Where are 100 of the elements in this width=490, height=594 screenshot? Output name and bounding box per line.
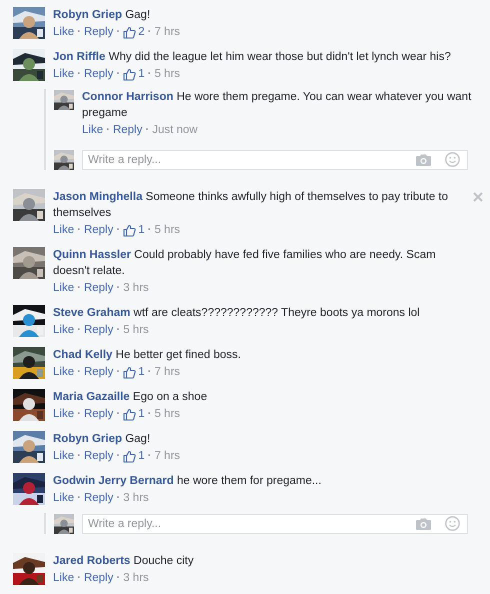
- separator-dot: ·: [116, 365, 120, 380]
- author-link[interactable]: Jason Minghella: [53, 191, 142, 203]
- reply-link[interactable]: Reply: [84, 447, 114, 465]
- reply-link[interactable]: Reply: [84, 489, 114, 507]
- thumbs-up-icon: [123, 224, 136, 236]
- timestamp: 7 hrs: [154, 365, 180, 380]
- separator-dot: ·: [116, 223, 120, 238]
- like-link[interactable]: Like: [53, 65, 74, 83]
- comment-text: Jared Roberts Douche city: [53, 554, 195, 569]
- comment-text: Godwin Jerry Bernard he wore them for pregame...: [53, 474, 322, 489]
- like-link[interactable]: Like: [53, 23, 74, 41]
- reply-link[interactable]: Reply: [84, 279, 114, 297]
- comment-text: Connor Harrison He wore them pregame. You can wear whatever you want pregame: [82, 90, 472, 121]
- thumbs-up-icon: [123, 68, 136, 80]
- separator-dot: ·: [116, 323, 120, 338]
- timestamp: 5 hrs: [154, 223, 180, 238]
- reply-link[interactable]: Reply: [84, 363, 114, 381]
- separator-dot: ·: [77, 281, 81, 296]
- like-count[interactable]: 1: [123, 447, 145, 465]
- like-link[interactable]: Like: [53, 279, 74, 297]
- separator-dot: ·: [77, 67, 81, 82]
- like-link[interactable]: Like: [82, 121, 104, 139]
- comment-text: Jason Minghella Someone thinks awfully high of themselves to pay tribute to themselves: [53, 190, 450, 221]
- reply-field[interactable]: Write a reply...: [82, 150, 468, 170]
- close-icon[interactable]: [473, 192, 483, 202]
- separator-dot: ·: [77, 323, 81, 338]
- like-link[interactable]: Like: [53, 489, 74, 507]
- separator-dot: ·: [116, 25, 120, 40]
- author-link[interactable]: Jared Roberts: [53, 555, 130, 567]
- separator-dot: ·: [148, 223, 152, 238]
- like-count[interactable]: 1: [123, 221, 145, 239]
- reply-link[interactable]: Reply: [84, 569, 114, 587]
- separator-dot: ·: [148, 365, 152, 380]
- like-link[interactable]: Like: [53, 221, 74, 239]
- separator-dot: ·: [116, 571, 120, 586]
- like-count[interactable]: 1: [123, 363, 145, 381]
- reply-link[interactable]: Reply: [84, 23, 114, 41]
- comment-text: Maria Gazaille Ego on a shoe: [53, 390, 208, 405]
- separator-dot: ·: [77, 365, 81, 380]
- separator-dot: ·: [77, 571, 81, 586]
- like-link[interactable]: Like: [53, 447, 74, 465]
- comment-text: Quinn Hassler Could probably have fed five families who are needy. Scam doesn't relate.: [53, 248, 437, 279]
- thumbs-up-icon: [123, 26, 136, 38]
- separator-dot: ·: [106, 123, 110, 138]
- timestamp: 3 hrs: [123, 571, 149, 586]
- timestamp: 3 hrs: [123, 281, 149, 296]
- comment-text: Jon Riffle Why did the league let him wear those but didn't let lynch wear his?: [53, 50, 452, 65]
- timestamp: 5 hrs: [123, 323, 149, 338]
- like-count[interactable]: 1: [123, 405, 145, 423]
- author-link[interactable]: Quinn Hassler: [53, 249, 131, 261]
- thumbs-up-icon: [123, 408, 136, 420]
- like-link[interactable]: Like: [53, 405, 74, 423]
- separator-dot: ·: [77, 25, 81, 40]
- separator-dot: ·: [77, 223, 81, 238]
- author-link[interactable]: Connor Harrison: [82, 91, 174, 103]
- author-link[interactable]: Robyn Griep: [53, 433, 122, 445]
- separator-dot: ·: [77, 407, 81, 422]
- separator-dot: ·: [77, 449, 81, 464]
- comment-text: Robyn Griep Gag!: [53, 8, 152, 23]
- comment-text: Steve Graham wtf are cleats???????????? Theyre boots ya morons lol: [53, 306, 421, 321]
- like-link[interactable]: Like: [53, 321, 74, 339]
- like-link[interactable]: Like: [53, 363, 74, 381]
- author-link[interactable]: Robyn Griep: [53, 9, 122, 21]
- separator-dot: ·: [116, 491, 120, 506]
- separator-dot: ·: [148, 449, 152, 464]
- comment-text: Robyn Griep Gag!: [53, 432, 152, 447]
- separator-dot: ·: [116, 407, 120, 422]
- reply-field[interactable]: Write a reply...: [82, 514, 468, 534]
- separator-dot: ·: [116, 449, 120, 464]
- separator-dot: ·: [145, 123, 150, 138]
- separator-dot: ·: [148, 67, 152, 82]
- thumbs-up-icon: [123, 366, 136, 378]
- separator-dot: ·: [116, 67, 120, 82]
- author-link[interactable]: Jon Riffle: [53, 51, 106, 63]
- timestamp: 5 hrs: [154, 407, 180, 422]
- comment-text: Chad Kelly He better get fined boss.: [53, 348, 242, 363]
- author-link[interactable]: Chad Kelly: [53, 349, 112, 361]
- timestamp: 7 hrs: [154, 449, 180, 464]
- timestamp: 5 hrs: [154, 67, 180, 82]
- thumbs-up-icon: [123, 450, 136, 462]
- like-count[interactable]: 1: [123, 65, 145, 83]
- timestamp: Just now: [152, 123, 198, 138]
- reply-link[interactable]: Reply: [84, 221, 114, 239]
- author-link[interactable]: Godwin Jerry Bernard: [53, 475, 174, 487]
- separator-dot: ·: [148, 407, 152, 422]
- separator-dot: ·: [148, 25, 152, 40]
- reply-link[interactable]: Reply: [84, 405, 114, 423]
- like-count[interactable]: 2: [123, 23, 145, 41]
- reply-link[interactable]: Reply: [112, 121, 142, 139]
- timestamp: 3 hrs: [123, 491, 149, 506]
- timestamp: 7 hrs: [154, 25, 180, 40]
- reply-link[interactable]: Reply: [84, 321, 114, 339]
- like-link[interactable]: Like: [53, 569, 74, 587]
- separator-dot: ·: [116, 281, 120, 296]
- smiley-icon[interactable]: [445, 516, 460, 531]
- reply-link[interactable]: Reply: [84, 65, 114, 83]
- separator-dot: ·: [77, 491, 81, 506]
- author-link[interactable]: Steve Graham: [53, 307, 130, 319]
- smiley-icon[interactable]: [445, 152, 460, 167]
- author-link[interactable]: Maria Gazaille: [53, 391, 130, 403]
